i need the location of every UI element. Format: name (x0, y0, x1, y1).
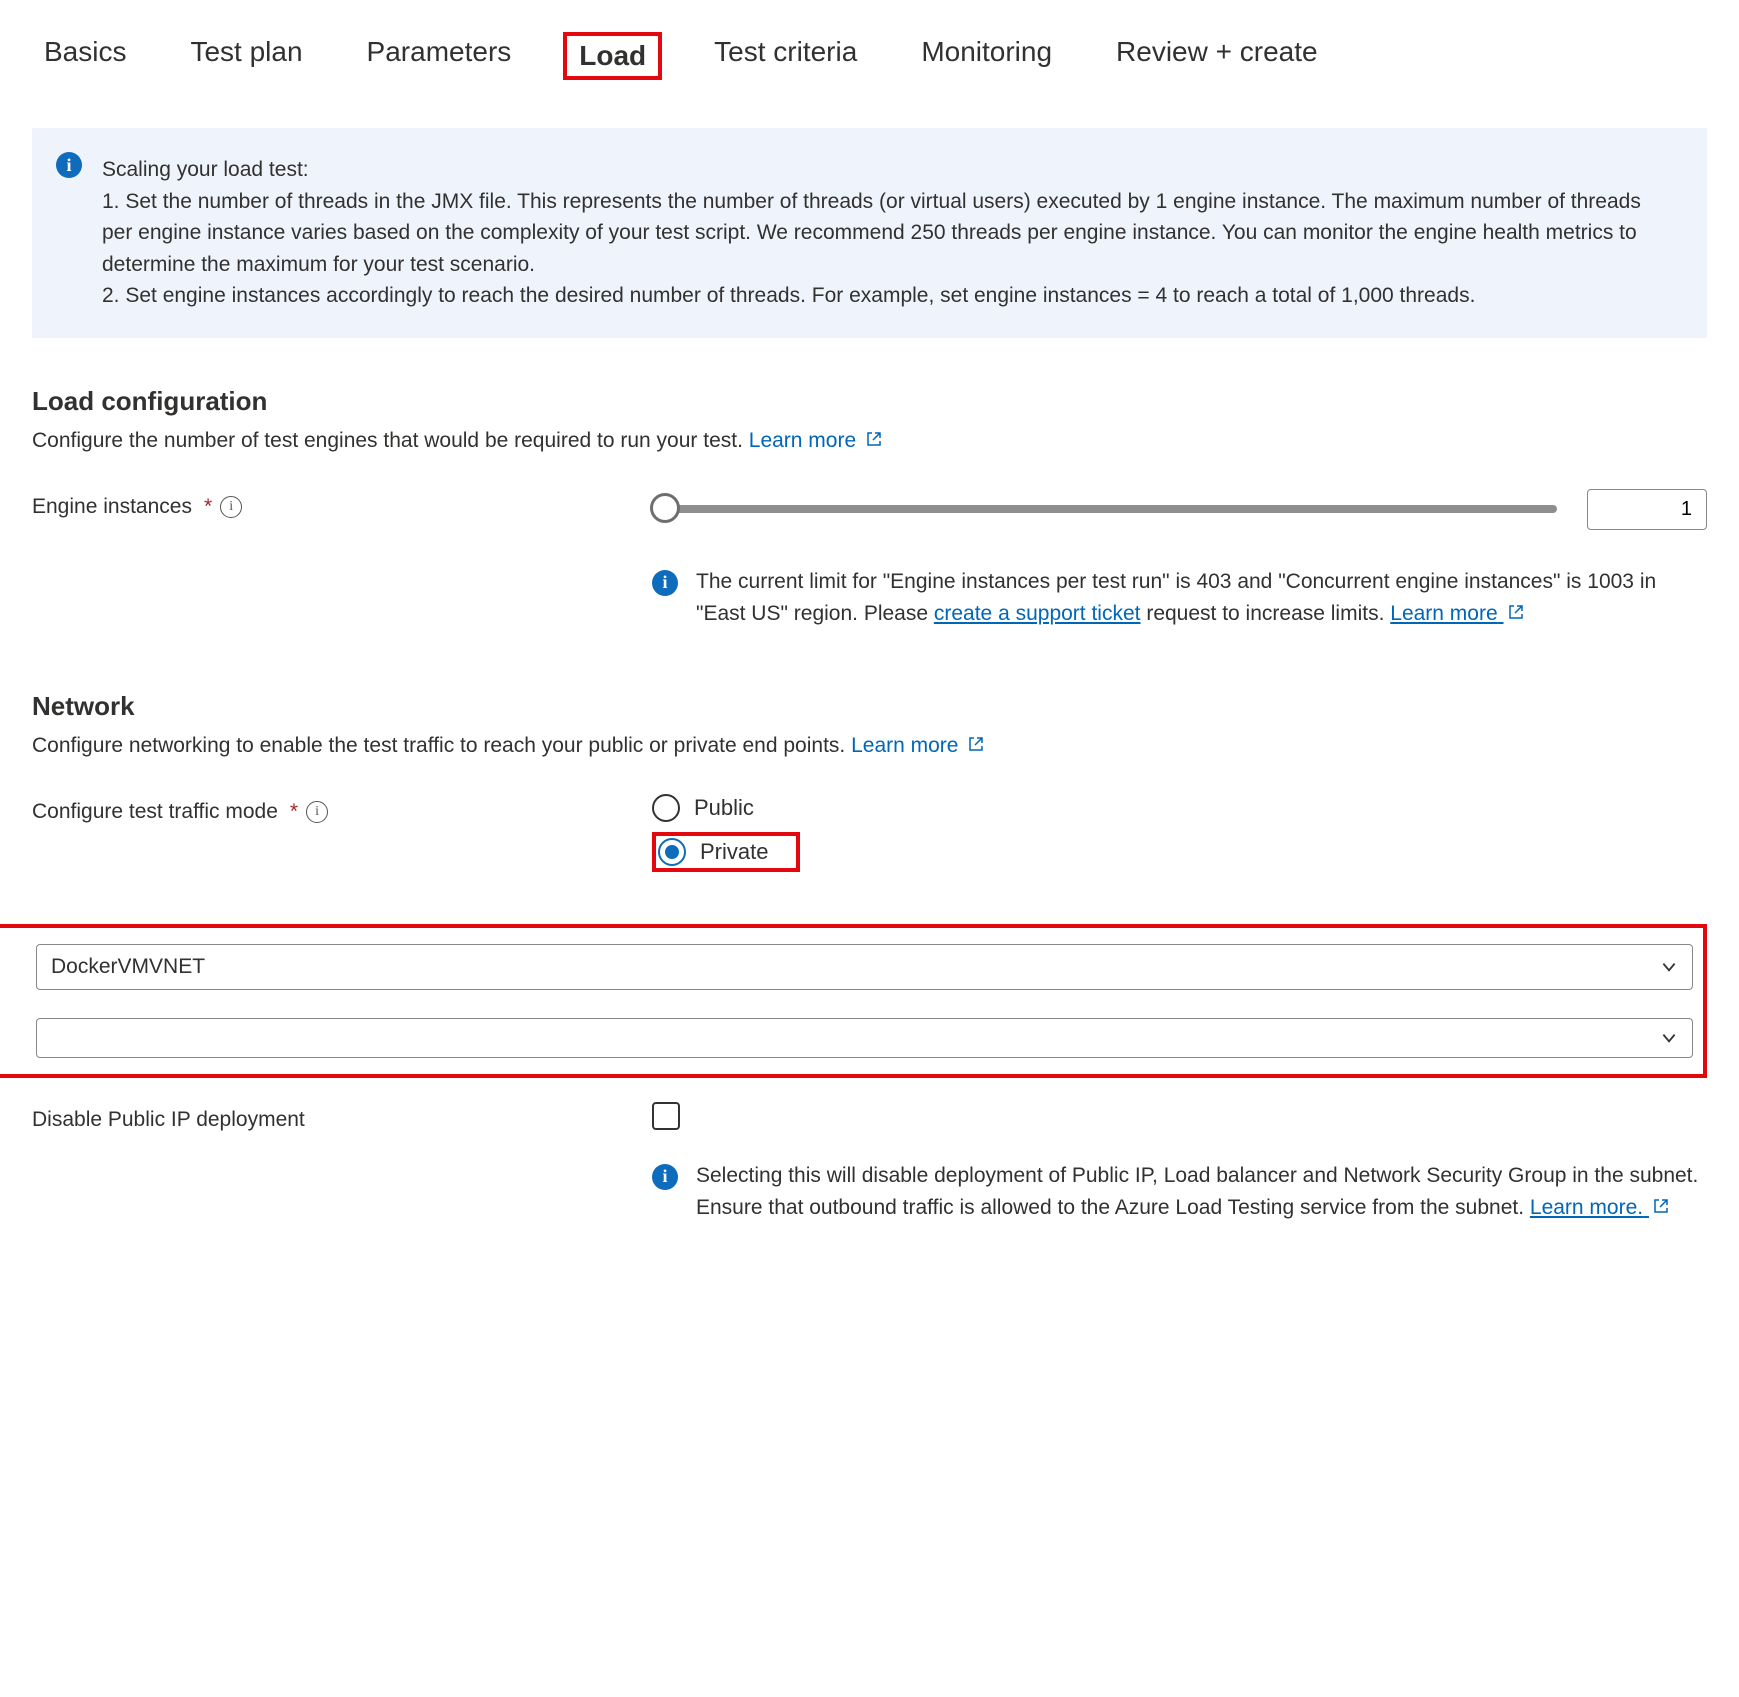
learn-more-text: Learn more. (1530, 1196, 1643, 1219)
tab-review-create[interactable]: Review + create (1104, 32, 1330, 80)
virtual-network-row: Virtual network * DockerVMVNET (36, 944, 1693, 990)
load-config-desc-text: Configure the number of test engines tha… (32, 429, 749, 452)
learn-more-text: Learn more (749, 429, 856, 452)
disable-ip-learn-more-link[interactable]: Learn more. (1530, 1196, 1669, 1219)
learn-more-text: Learn more (1390, 602, 1497, 625)
info-icon: i (56, 152, 82, 178)
tab-load[interactable]: Load (563, 32, 662, 80)
traffic-mode-label: Configure test traffic mode * i (32, 794, 652, 824)
network-title: Network (32, 691, 1707, 722)
radio-public[interactable]: Public (652, 794, 1707, 822)
network-desc: Configure networking to enable the test … (32, 734, 1707, 758)
network-learn-more-link[interactable]: Learn more (851, 734, 984, 757)
external-link-icon (968, 736, 984, 752)
scaling-info-panel: i Scaling your load test: 1. Set the num… (32, 128, 1707, 338)
limits-text-b: request to increase limits. (1146, 602, 1390, 625)
external-link-icon (1508, 604, 1524, 620)
disable-public-ip-checkbox[interactable] (652, 1102, 680, 1130)
virtual-network-dropdown[interactable]: DockerVMVNET (36, 944, 1693, 990)
radio-icon (652, 794, 680, 822)
radio-private[interactable]: Private (652, 832, 800, 872)
required-marker: * (290, 800, 298, 824)
traffic-mode-label-text: Configure test traffic mode (32, 800, 278, 824)
tab-test-criteria[interactable]: Test criteria (702, 32, 869, 80)
chevron-down-icon (1660, 958, 1678, 976)
disable-ip-hint: i Selecting this will disable deployment… (32, 1160, 1707, 1225)
virtual-network-label: Virtual network * (0, 952, 36, 982)
vnet-value: DockerVMVNET (51, 955, 205, 979)
tab-basics[interactable]: Basics (32, 32, 138, 80)
tab-monitoring[interactable]: Monitoring (909, 32, 1064, 80)
traffic-mode-row: Configure test traffic mode * i Public P… (32, 794, 1707, 872)
engine-label-text: Engine instances (32, 495, 192, 519)
radio-icon (658, 838, 686, 866)
network-desc-text: Configure networking to enable the test … (32, 734, 851, 757)
required-marker: * (204, 495, 212, 519)
engine-limits-learn-more-link[interactable]: Learn more (1390, 602, 1523, 625)
info-line-1: 1. Set the number of threads in the JMX … (102, 186, 1673, 281)
info-icon: i (652, 570, 678, 596)
info-icon: i (652, 1164, 678, 1190)
subnet-dropdown[interactable] (36, 1018, 1693, 1058)
engine-limits-hint: i The current limit for "Engine instance… (32, 566, 1707, 631)
traffic-mode-radio-group: Public Private (652, 794, 1707, 872)
load-config-title: Load configuration (32, 386, 1707, 417)
radio-private-label: Private (700, 839, 768, 865)
disable-ip-label-text: Disable Public IP deployment (32, 1108, 305, 1132)
radio-public-label: Public (694, 795, 754, 821)
tab-test-plan[interactable]: Test plan (178, 32, 314, 80)
create-support-ticket-link[interactable]: create a support ticket (934, 602, 1141, 625)
info-title: Scaling your load test: (102, 154, 1673, 186)
external-link-icon (866, 431, 882, 447)
vnet-subnet-highlight: Virtual network * DockerVMVNET Subnet * (0, 924, 1707, 1078)
help-icon[interactable]: i (220, 496, 242, 518)
external-link-icon (1653, 1198, 1669, 1214)
disable-public-ip-label: Disable Public IP deployment (32, 1102, 652, 1132)
disable-public-ip-row: Disable Public IP deployment (32, 1102, 1707, 1132)
engine-instances-slider-wrap (652, 489, 1707, 530)
tab-bar: Basics Test plan Parameters Load Test cr… (32, 32, 1707, 80)
subnet-label: Subnet * (0, 1023, 36, 1053)
help-icon[interactable]: i (306, 801, 328, 823)
engine-instances-row: Engine instances * i (32, 489, 1707, 530)
chevron-down-icon (1660, 1029, 1678, 1047)
slider-thumb[interactable] (650, 493, 680, 523)
engine-instances-input[interactable] (1587, 489, 1707, 530)
learn-more-text: Learn more (851, 734, 958, 757)
engine-instances-label: Engine instances * i (32, 489, 652, 519)
info-line-2: 2. Set engine instances accordingly to r… (102, 280, 1673, 312)
engine-instances-slider[interactable] (652, 505, 1557, 513)
load-config-learn-more-link[interactable]: Learn more (749, 429, 882, 452)
tab-parameters[interactable]: Parameters (355, 32, 524, 80)
load-config-desc: Configure the number of test engines tha… (32, 429, 1707, 453)
subnet-row: Subnet * (36, 1018, 1693, 1058)
